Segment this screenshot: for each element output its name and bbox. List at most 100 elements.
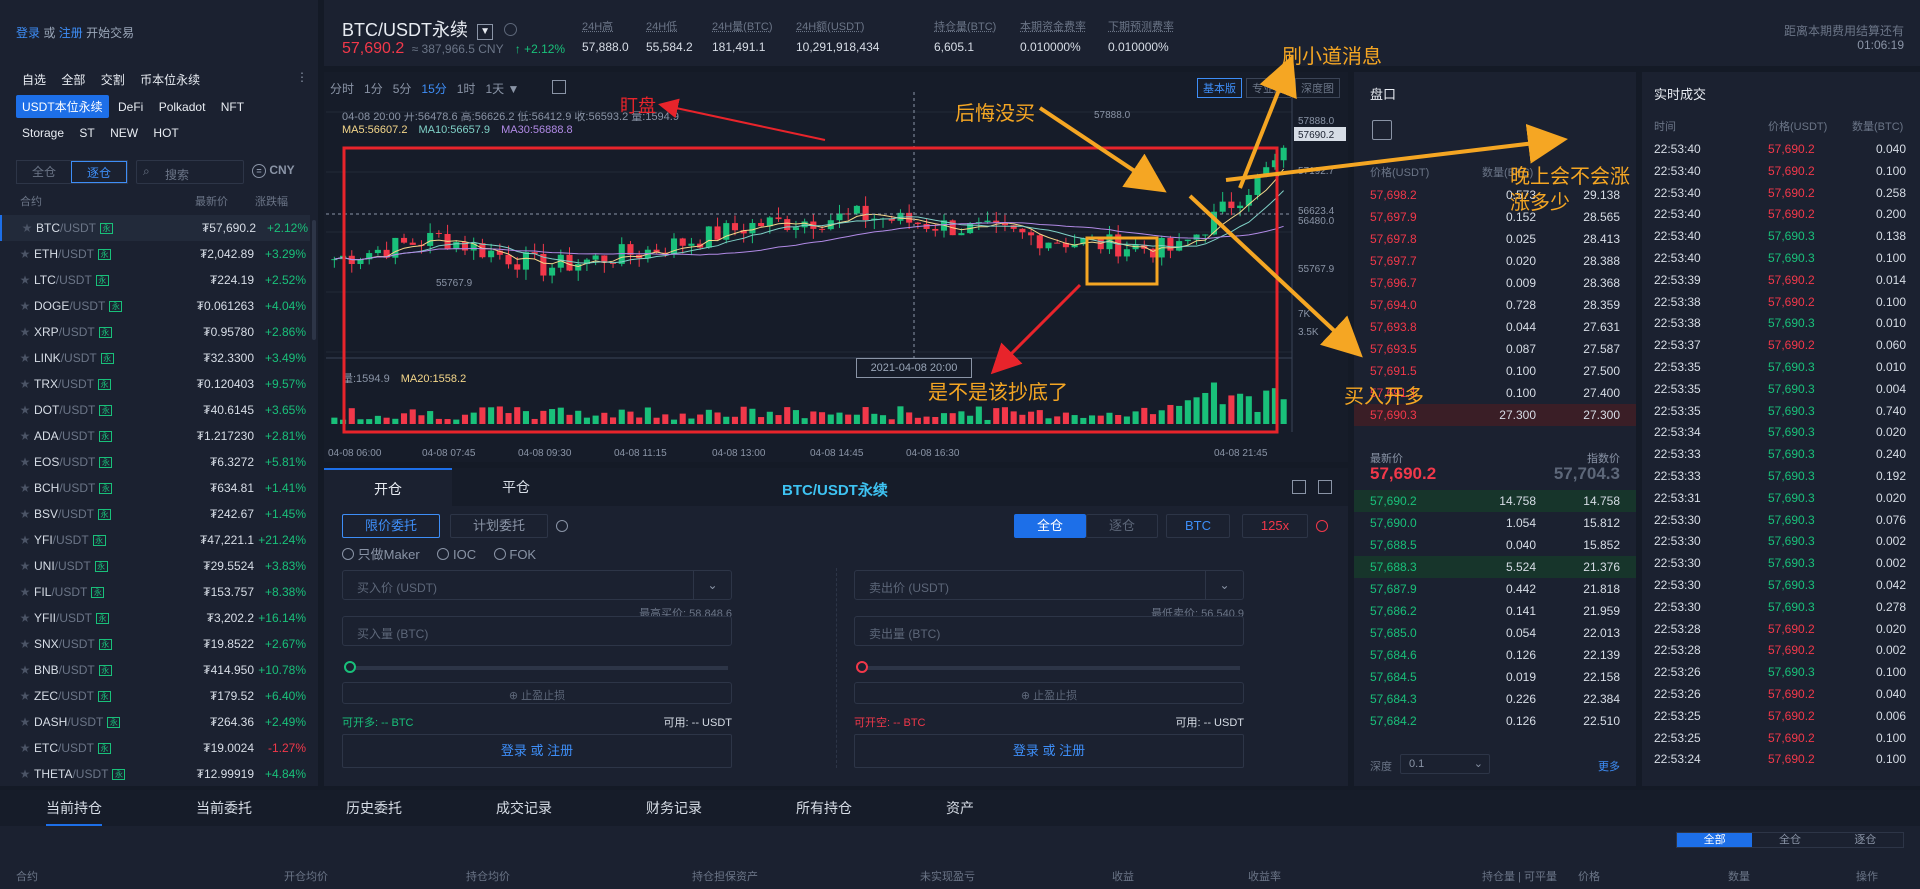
star-icon[interactable]: ★: [16, 481, 34, 495]
bottom-tab-2[interactable]: 历史委托: [346, 798, 402, 818]
star-icon[interactable]: ★: [16, 715, 34, 729]
register-link[interactable]: 注册: [59, 26, 83, 40]
tab-hot[interactable]: HOT: [147, 123, 184, 143]
market-row[interactable]: ★ YFI/USDT 永 ₮47,221.1 +21.24%: [0, 527, 310, 553]
market-row[interactable]: ★ LINK/USDT 永 ₮32.3300 +3.49%: [0, 345, 310, 371]
fok-radio[interactable]: [493, 548, 506, 560]
star-icon[interactable]: ★: [16, 559, 34, 573]
ask-row[interactable]: 57,693.5 0.087 27.587: [1354, 338, 1636, 360]
ask-row[interactable]: 57,697.9 0.152 28.565: [1354, 206, 1636, 228]
market-row[interactable]: ★ XRP/USDT 永 ₮0.95780 +2.86%: [0, 319, 310, 345]
stat-label[interactable]: 24H高: [582, 18, 629, 34]
market-row[interactable]: ★ UNI/USDT 永 ₮29.5524 +3.83%: [0, 553, 310, 579]
ask-row[interactable]: 57,697.8 0.025 28.413: [1354, 228, 1636, 250]
stat-label[interactable]: 本期资金费率: [1020, 18, 1086, 34]
pair-title[interactable]: BTC/USDT永续 ▼: [342, 16, 518, 42]
bid-row[interactable]: 57,686.2 0.141 21.959: [1354, 600, 1636, 622]
star-icon[interactable]: ★: [18, 221, 36, 235]
col-change[interactable]: 涨跌幅: [255, 193, 288, 209]
star-icon[interactable]: ★: [16, 741, 34, 755]
cross-margin-button[interactable]: 全仓: [1014, 514, 1086, 538]
login-link[interactable]: 登录: [16, 26, 40, 40]
star-icon[interactable]: ★: [16, 455, 34, 469]
bid-row[interactable]: 57,684.5 0.019 22.158: [1354, 666, 1636, 688]
buy-qty-input[interactable]: 买入量 (BTC): [342, 616, 732, 646]
ask-row[interactable]: 57,696.7 0.009 28.368: [1354, 272, 1636, 294]
market-row[interactable]: ★ BTC/USDT 永 ₮57,690.2 +2.12%: [0, 215, 310, 241]
order-help-icon[interactable]: [556, 520, 568, 532]
kline-svg[interactable]: 57888.057690.257192.756623.456480.055767…: [324, 72, 1348, 462]
star-icon[interactable]: ★: [16, 403, 34, 417]
star-icon[interactable]: ★: [16, 351, 34, 365]
market-row[interactable]: ★ ETC/USDT 永 ₮19.0024 -1.27%: [0, 735, 310, 761]
tab-favorites[interactable]: 自选: [16, 68, 52, 91]
bid-row[interactable]: 57,685.0 0.054 22.013: [1354, 622, 1636, 644]
depth-select[interactable]: 0.1 ⌄: [1400, 754, 1490, 774]
orderbook-mode-icon[interactable]: [1372, 120, 1392, 140]
toggle-cross[interactable]: 全仓: [17, 161, 71, 183]
info-icon[interactable]: [504, 23, 518, 36]
col-latest[interactable]: 最新价: [195, 193, 228, 209]
market-row[interactable]: ★ BCH/USDT 永 ₮634.81 +1.41%: [0, 475, 310, 501]
market-row[interactable]: ★ TRX/USDT 永 ₮0.120403 +9.57%: [0, 371, 310, 397]
market-row[interactable]: ★ YFII/USDT 永 ₮3,202.2 +16.14%: [0, 605, 310, 631]
buy-slider[interactable]: [344, 661, 728, 673]
calculator-icon[interactable]: [1292, 480, 1306, 494]
bid-row[interactable]: 57,688.3 5.524 21.376: [1354, 556, 1636, 578]
star-icon[interactable]: ★: [16, 299, 34, 313]
market-row[interactable]: ★ SNX/USDT 永 ₮19.8522 +2.67%: [0, 631, 310, 657]
buy-price-input[interactable]: 买入价 (USDT) ⌄: [342, 570, 732, 600]
limit-order-button[interactable]: 限价委托: [342, 514, 440, 538]
market-row[interactable]: ★ BNB/USDT 永 ₮414.950 +10.78%: [0, 657, 310, 683]
list-scrollbar[interactable]: [312, 220, 316, 340]
star-icon[interactable]: ★: [16, 507, 34, 521]
market-row[interactable]: ★ FIL/USDT 永 ₮153.757 +8.38%: [0, 579, 310, 605]
tab-open[interactable]: 开仓: [324, 468, 452, 506]
market-row[interactable]: ★ DOGE/USDT 永 ₮0.061263 +4.04%: [0, 293, 310, 319]
stat-label[interactable]: 下期预测费率: [1108, 18, 1174, 34]
filter-isolated[interactable]: 逐仓: [1828, 833, 1903, 847]
star-icon[interactable]: ★: [16, 767, 34, 781]
bid-row[interactable]: 57,688.5 0.040 15.852: [1354, 534, 1636, 556]
tab-st[interactable]: ST: [73, 123, 100, 143]
market-row[interactable]: ★ BSV/USDT 永 ₮242.67 +1.45%: [0, 501, 310, 527]
sell-price-input[interactable]: 卖出价 (USDT) ⌄: [854, 570, 1244, 600]
star-icon[interactable]: ★: [16, 273, 34, 287]
star-icon[interactable]: ★: [16, 247, 34, 261]
stat-label[interactable]: 24H量(BTC): [712, 18, 773, 34]
star-icon[interactable]: ★: [16, 533, 34, 547]
stat-label[interactable]: 24H低: [646, 18, 693, 34]
tab-usdt-perp[interactable]: USDT本位永续: [16, 95, 109, 118]
buy-login-button[interactable]: 登录 或 注册: [342, 734, 732, 768]
sell-tpsl[interactable]: ⊕ 止盈止损: [854, 682, 1244, 704]
star-icon[interactable]: ★: [16, 637, 34, 651]
more-icon[interactable]: ⋮: [296, 70, 308, 84]
star-icon[interactable]: ★: [16, 585, 34, 599]
sell-login-button[interactable]: 登录 或 注册: [854, 734, 1244, 768]
tab-delivery[interactable]: 交割: [95, 68, 131, 91]
col-contract[interactable]: 合约: [20, 196, 42, 208]
leverage-warning-icon[interactable]: [1316, 520, 1328, 532]
market-row[interactable]: ★ THETA/USDT 永 ₮12.99919 +4.84%: [0, 761, 310, 787]
star-icon[interactable]: ★: [16, 377, 34, 391]
bottom-tab-6[interactable]: 资产: [946, 798, 974, 818]
bid-row[interactable]: 57,690.0 1.054 15.812: [1354, 512, 1636, 534]
tab-close[interactable]: 平仓: [452, 468, 580, 506]
tab-defi[interactable]: DeFi: [112, 97, 149, 117]
bottom-tab-3[interactable]: 成交记录: [496, 798, 552, 818]
star-icon[interactable]: ★: [16, 325, 34, 339]
buy-tpsl[interactable]: ⊕ 止盈止损: [342, 682, 732, 704]
ask-row[interactable]: 57,691.5 0.100 27.500: [1354, 360, 1636, 382]
leverage-button[interactable]: 125x: [1242, 514, 1308, 538]
tab-polkadot[interactable]: Polkadot: [153, 97, 212, 117]
market-row[interactable]: ★ DOT/USDT 永 ₮40.6145 +3.65%: [0, 397, 310, 423]
currency-selector[interactable]: = CNY: [252, 163, 295, 178]
market-row[interactable]: ★ ZEC/USDT 永 ₮179.52 +6.40%: [0, 683, 310, 709]
buy-slider-handle[interactable]: [344, 661, 356, 673]
bottom-tab-0[interactable]: 当前持仓: [46, 798, 102, 826]
bottom-tab-1[interactable]: 当前委托: [196, 798, 252, 818]
filter-cross[interactable]: 全仓: [1752, 833, 1827, 847]
sell-slider[interactable]: [856, 661, 1240, 673]
tab-all[interactable]: 全部: [55, 68, 91, 91]
isolated-margin-button[interactable]: 逐仓: [1086, 514, 1158, 538]
